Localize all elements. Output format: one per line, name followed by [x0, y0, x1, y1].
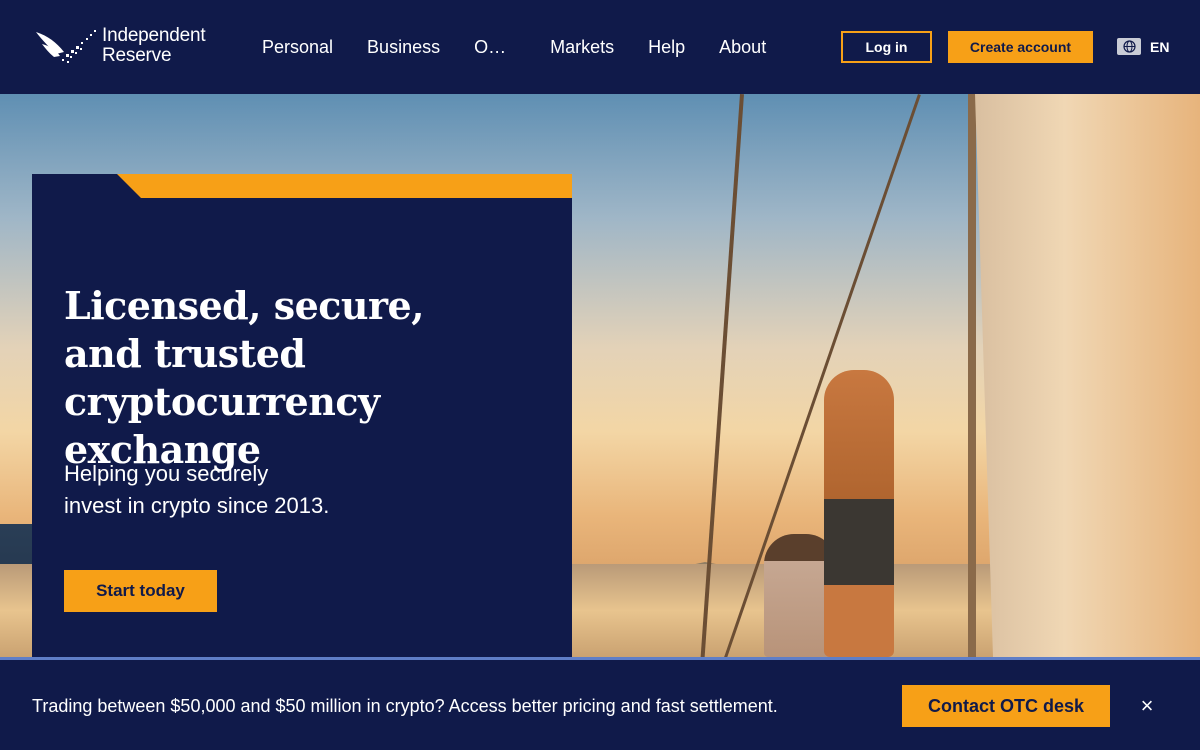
hero-subtitle-line: Helping you securely — [64, 461, 269, 486]
hero-subtitle: Helping you securely invest in crypto si… — [64, 458, 524, 522]
language-selector[interactable]: EN — [1117, 38, 1169, 55]
globe-icon — [1117, 38, 1141, 55]
hero-title-line: and trusted — [64, 331, 306, 376]
nav-about[interactable]: About — [719, 37, 766, 58]
logo-text: Independent Reserve — [102, 25, 206, 66]
nav-markets[interactable]: Markets — [550, 37, 614, 58]
otc-banner: Trading between $50,000 and $50 million … — [0, 657, 1200, 750]
hero-photo-person-standing — [824, 370, 894, 657]
hero-subtitle-line: invest in crypto since 2013. — [64, 493, 330, 518]
create-account-button[interactable]: Create account — [948, 31, 1093, 63]
otc-banner-text: Trading between $50,000 and $50 million … — [32, 696, 778, 716]
logo-line2: Reserve — [102, 45, 172, 66]
nav-business[interactable]: Business — [367, 37, 440, 58]
close-icon[interactable]: × — [1137, 695, 1157, 717]
hero-photo-sail — [975, 94, 1200, 657]
nav-personal[interactable]: Personal — [262, 37, 333, 58]
hero-section: Licensed, secure, and trusted cryptocurr… — [0, 94, 1200, 657]
hero-card-accent — [117, 174, 572, 198]
logo-wings-icon — [36, 30, 96, 63]
logo-line1: Independent — [102, 25, 206, 46]
site-header: Independent Reserve Personal Business O…… — [0, 0, 1200, 94]
login-button[interactable]: Log in — [841, 31, 932, 63]
hero-photo-mast — [968, 94, 976, 657]
contact-otc-button[interactable]: Contact OTC desk — [902, 685, 1110, 727]
logo[interactable]: Independent Reserve — [34, 25, 206, 66]
nav-help[interactable]: Help — [648, 37, 685, 58]
nav-truncated[interactable]: O… — [474, 37, 506, 58]
hero-title-line: Licensed, secure, — [64, 283, 424, 328]
main-nav: Personal Business O… Markets Help About — [262, 37, 800, 58]
start-today-button[interactable]: Start today — [64, 570, 217, 612]
hero-title: Licensed, secure, and trusted cryptocurr… — [64, 282, 564, 474]
language-label: EN — [1150, 38, 1170, 55]
